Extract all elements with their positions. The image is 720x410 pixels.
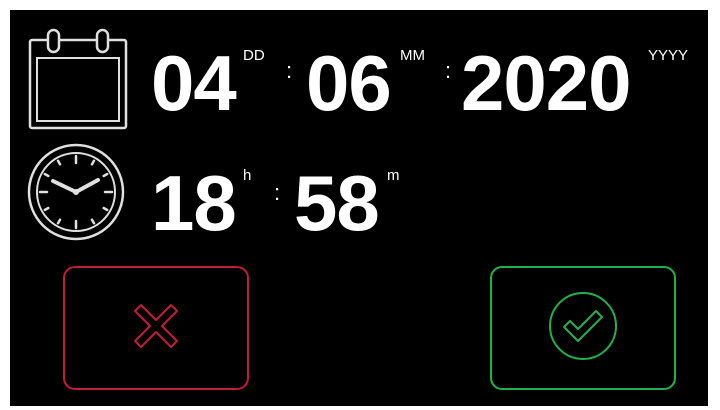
year-value[interactable]: 2020	[461, 44, 632, 122]
x-icon	[131, 301, 181, 356]
year-unit-label: YYYY	[648, 47, 689, 64]
month-unit-label: MM	[400, 47, 425, 64]
hours-unit-label: h	[243, 167, 252, 184]
day-value[interactable]: 04	[151, 44, 237, 122]
day-unit-label: DD	[243, 47, 265, 64]
hours-value[interactable]: 18	[151, 164, 237, 242]
day-month-separator: :	[286, 58, 293, 83]
calendar-icon	[28, 26, 128, 130]
hours-minutes-separator: :	[274, 180, 281, 205]
clock-icon	[26, 142, 126, 242]
minutes-value[interactable]: 58	[294, 164, 380, 242]
confirm-button[interactable]	[490, 266, 676, 390]
month-year-separator: :	[445, 58, 452, 83]
cancel-button[interactable]	[63, 266, 249, 390]
checkmark-circle-icon	[547, 290, 619, 367]
month-value[interactable]: 06	[306, 44, 392, 122]
datetime-settings-screen: 04 DD : 06 MM : 2020 YYYY 18 h: 58 m	[10, 10, 708, 406]
minutes-unit-label: m	[387, 167, 400, 184]
